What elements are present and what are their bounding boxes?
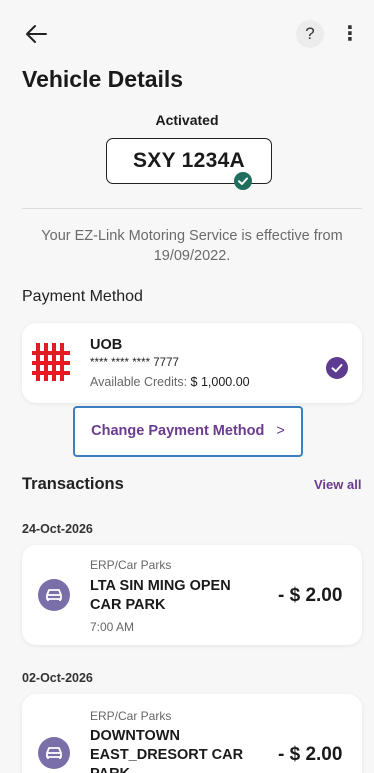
car-icon xyxy=(38,737,70,769)
view-all-link[interactable]: View all xyxy=(314,477,361,492)
car-icon xyxy=(38,579,70,611)
transaction-amount: - $ 2.00 xyxy=(278,744,343,765)
transaction-date: 24-Oct-2026 xyxy=(22,522,93,536)
change-payment-method-button[interactable]: Change Payment Method > xyxy=(73,406,303,457)
change-payment-label: Change Payment Method xyxy=(91,423,265,439)
transaction-name: DOWNTOWN EAST_DRESORT CAR PARK xyxy=(90,728,244,773)
arrow-left-icon[interactable] xyxy=(22,20,50,48)
transaction-category: ERP/Car Parks xyxy=(90,709,172,723)
transaction-name: LTA SIN MING OPEN CAR PARK xyxy=(90,578,231,613)
payment-card[interactable]: UOB **** **** **** 7777 Available Credit… xyxy=(22,323,362,403)
page-title: Vehicle Details xyxy=(22,66,184,92)
card-number-masked: **** **** **** 7777 xyxy=(90,357,179,369)
available-credits: Available Credits: $ 1,000.00 xyxy=(90,375,250,389)
transaction-amount: - $ 2.00 xyxy=(278,585,343,606)
divider xyxy=(22,208,362,209)
bank-name: UOB xyxy=(90,337,123,353)
chevron-right-icon: > xyxy=(276,423,285,439)
transaction-date: 02-Oct-2026 xyxy=(22,671,93,685)
transactions-heading: Transactions xyxy=(22,475,124,493)
transaction-category: ERP/Car Parks xyxy=(90,558,172,572)
credits-label: Available Credits: xyxy=(90,375,188,389)
help-button[interactable]: ? xyxy=(296,20,324,48)
payment-method-heading: Payment Method xyxy=(22,288,143,305)
transaction-card[interactable]: ERP/Car Parks DOWNTOWN EAST_DRESORT CAR … xyxy=(22,694,362,773)
effective-date-notice: Your EZ-Link Motoring Service is effecti… xyxy=(41,228,343,264)
transaction-time: 7:00 AM xyxy=(90,620,135,634)
vehicle-status: Activated xyxy=(155,112,219,128)
check-circle-icon xyxy=(326,357,348,379)
transaction-card[interactable]: ERP/Car Parks LTA SIN MING OPEN CAR PARK… xyxy=(22,545,362,645)
more-options-button[interactable]: ⋮ xyxy=(340,20,360,48)
top-bar: ? ⋮ xyxy=(0,0,374,64)
check-circle-icon xyxy=(234,172,252,190)
uob-logo-icon xyxy=(30,341,74,383)
credits-value: $ 1,000.00 xyxy=(190,375,250,389)
